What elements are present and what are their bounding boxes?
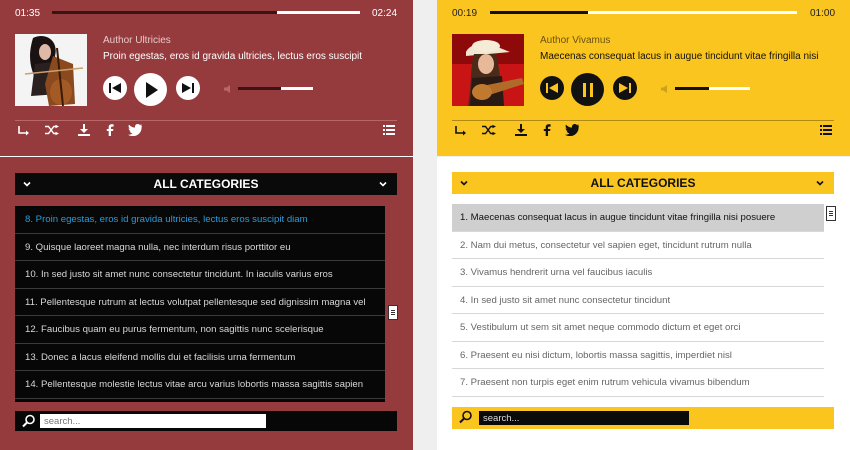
elapsed-time: 00:19: [452, 8, 478, 19]
track-row[interactable]: 3. Vivamus hendrerit urna vel faucibus i…: [452, 259, 824, 287]
track-row[interactable]: 2. Nam dui metus, consectetur vel sapien…: [452, 232, 824, 259]
playlist-menu-button[interactable]: [383, 123, 397, 137]
next-icon: [182, 83, 194, 93]
search-bar: [452, 407, 834, 429]
category-title: ALL CATEGORIES: [590, 176, 696, 190]
next-button[interactable]: [176, 76, 200, 100]
track-title: Proin egestas, eros id gravida ultricies…: [103, 51, 363, 62]
play-icon: [145, 81, 158, 98]
track-row[interactable]: 8. Proin egestas, eros id gravida ultric…: [15, 206, 385, 234]
left-player: 01:35 02:24 Author Ultricies Proin egest…: [0, 0, 413, 156]
track-row[interactable]: 7. Praesent non turpis eget enim rutrum …: [452, 369, 824, 397]
volume-level: [675, 87, 709, 90]
search-icon: [22, 414, 35, 428]
track-row[interactable]: 5. Vestibulum ut sem sit amet neque comm…: [452, 314, 824, 342]
divider: [15, 120, 397, 121]
elapsed-time: 01:35: [15, 8, 41, 19]
category-selector[interactable]: ALL CATEGORIES: [452, 172, 834, 194]
repeat-icon: [18, 126, 29, 136]
volume-slider[interactable]: [238, 87, 313, 90]
prev-icon: [109, 83, 121, 93]
playlist-menu-icon: [383, 125, 395, 135]
pause-icon: [582, 82, 593, 97]
play-button[interactable]: [134, 73, 167, 106]
twitter-button[interactable]: [565, 123, 579, 137]
prev-icon: [546, 83, 558, 93]
track-row[interactable]: 9. Quisque laoreet magna nulla, nec inte…: [15, 234, 385, 261]
list-scroll-handle[interactable]: [388, 305, 398, 320]
repeat-button[interactable]: [454, 123, 468, 137]
track-author: Author Ultricies: [103, 35, 171, 46]
track-row[interactable]: 14. Pellentesque molestie lectus vitae a…: [15, 371, 385, 399]
category-selector[interactable]: ALL CATEGORIES: [15, 173, 397, 195]
category-title: ALL CATEGORIES: [153, 177, 259, 191]
search-icon: [459, 410, 472, 424]
track-row[interactable]: 13. Donec a lacus eleifend mollis dui et…: [15, 344, 385, 371]
left-playlist-panel: ALL CATEGORIES 8. Proin egestas, eros id…: [0, 157, 413, 450]
pause-button[interactable]: [571, 73, 604, 106]
album-cover: [15, 34, 87, 106]
volume-level: [238, 87, 281, 90]
prev-button[interactable]: [103, 76, 127, 100]
track-row[interactable]: 6. Praesent eu nisi dictum, lobortis mas…: [452, 342, 824, 369]
duration-time: 02:24: [372, 8, 398, 19]
facebook-button[interactable]: [103, 123, 117, 137]
repeat-icon: [455, 126, 466, 136]
next-icon: [619, 83, 631, 93]
track-row[interactable]: 10. In sed justo sit amet nunc consectet…: [15, 261, 385, 289]
facebook-icon: [543, 124, 551, 136]
volume-slider[interactable]: [675, 87, 750, 90]
track-row[interactable]: 12. Faucibus quam eu purus fermentum, no…: [15, 316, 385, 344]
twitter-button[interactable]: [128, 123, 142, 137]
prev-button[interactable]: [540, 76, 564, 100]
seek-progress: [52, 11, 277, 14]
facebook-icon: [106, 124, 114, 136]
track-row[interactable]: 1. Maecenas consequat lacus in augue tin…: [452, 204, 824, 232]
right-player: 00:19 01:00 Author Vivamus Maecenas cons…: [437, 0, 850, 156]
right-playlist-panel: ALL CATEGORIES 1. Maecenas consequat lac…: [437, 157, 850, 450]
search-input[interactable]: [479, 411, 689, 425]
repeat-button[interactable]: [17, 123, 31, 137]
track-title: Maecenas consequat lacus in augue tincid…: [540, 51, 819, 62]
shuffle-button[interactable]: [45, 123, 59, 137]
track-list: 8. Proin egestas, eros id gravida ultric…: [15, 206, 385, 402]
shuffle-icon: [45, 124, 59, 136]
track-row[interactable]: 11. Pellentesque rutrum at lectus volutp…: [15, 289, 385, 316]
shuffle-icon: [482, 124, 496, 136]
volume-icon[interactable]: [661, 85, 669, 93]
shuffle-button[interactable]: [482, 123, 496, 137]
duration-time: 01:00: [810, 8, 836, 19]
twitter-icon: [565, 124, 579, 136]
track-list: 1. Maecenas consequat lacus in augue tin…: [452, 204, 824, 400]
list-scroll-handle[interactable]: [826, 206, 836, 221]
gutter: [413, 0, 437, 450]
next-button[interactable]: [613, 76, 637, 100]
track-author: Author Vivamus: [540, 35, 611, 46]
chevron-down-icon: [379, 181, 387, 187]
divider: [452, 120, 834, 121]
download-icon: [78, 124, 90, 136]
facebook-button[interactable]: [540, 123, 554, 137]
app-root: 01:35 02:24 Author Ultricies Proin egest…: [0, 0, 850, 450]
volume-icon[interactable]: [224, 85, 232, 93]
chevron-down-icon: [816, 180, 824, 186]
seek-bar[interactable]: [52, 11, 360, 14]
download-button[interactable]: [77, 123, 91, 137]
download-icon: [515, 124, 527, 136]
download-button[interactable]: [514, 123, 528, 137]
track-row[interactable]: 4. In sed justo sit amet nunc consectetu…: [452, 287, 824, 314]
seek-progress: [490, 11, 589, 14]
search-input[interactable]: [40, 414, 266, 428]
seek-bar[interactable]: [490, 11, 797, 14]
playlist-menu-button[interactable]: [820, 123, 834, 137]
twitter-icon: [128, 124, 142, 136]
search-bar: [15, 411, 397, 431]
album-cover: [452, 34, 524, 106]
playlist-menu-icon: [820, 125, 832, 135]
